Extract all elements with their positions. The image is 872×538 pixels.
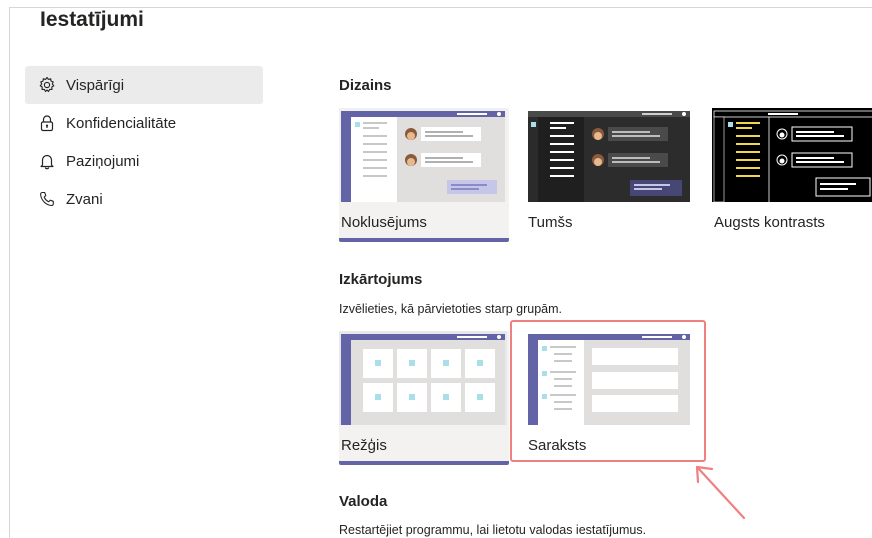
language-section-description: Restartējiet programmu, lai lietotu valo… [339,523,647,537]
phone-icon [36,188,58,210]
sidebar-item-privacy[interactable]: Konfidencialitāte [25,104,263,142]
layout-option-label: Saraksts [528,437,587,454]
theme-dark-preview [526,108,694,202]
layout-grid-preview [339,331,507,425]
layout-option-grid[interactable]: Režģis [339,331,509,465]
layout-option-list[interactable]: Saraksts [526,331,696,463]
sidebar-item-label: Konfidencialitāte [66,114,177,132]
bell-icon [36,150,58,172]
theme-option-dark[interactable]: Tumšs [526,108,696,240]
sidebar-item-label: Vispārīgi [66,76,125,94]
annotation-arrow-icon [695,465,746,520]
theme-option-label: Tumšs [528,214,573,231]
theme-option-label: Augsts kontrasts [714,214,825,231]
layout-section-title: Izkārtojums [339,271,423,288]
lock-icon [36,112,58,134]
theme-option-high-contrast[interactable]: Augsts kontrasts [712,108,872,240]
selected-indicator [339,461,509,465]
sidebar-item-label: Zvani [66,190,103,208]
language-section-title: Valoda [339,493,388,510]
selected-indicator [339,238,509,242]
theme-option-label: Noklusējums [341,214,427,231]
window-border-left [9,7,10,538]
theme-high-contrast-preview [712,108,872,202]
gear-icon [36,74,58,96]
sidebar-item-calls[interactable]: Zvani [25,180,263,218]
sidebar-item-notifications[interactable]: Paziņojumi [25,142,263,180]
theme-section-title: Dizains [339,77,392,94]
layout-option-label: Režģis [341,437,387,454]
sidebar-item-general[interactable]: Vispārīgi [25,66,263,104]
theme-option-default[interactable]: Noklusējums [339,108,509,242]
theme-default-preview [339,108,507,202]
sidebar-item-label: Paziņojumi [66,152,140,170]
page-title: Iestatījumi [40,8,144,31]
layout-section-description: Izvēlieties, kā pārvietoties starp grupā… [339,302,563,316]
layout-list-preview [526,331,694,425]
